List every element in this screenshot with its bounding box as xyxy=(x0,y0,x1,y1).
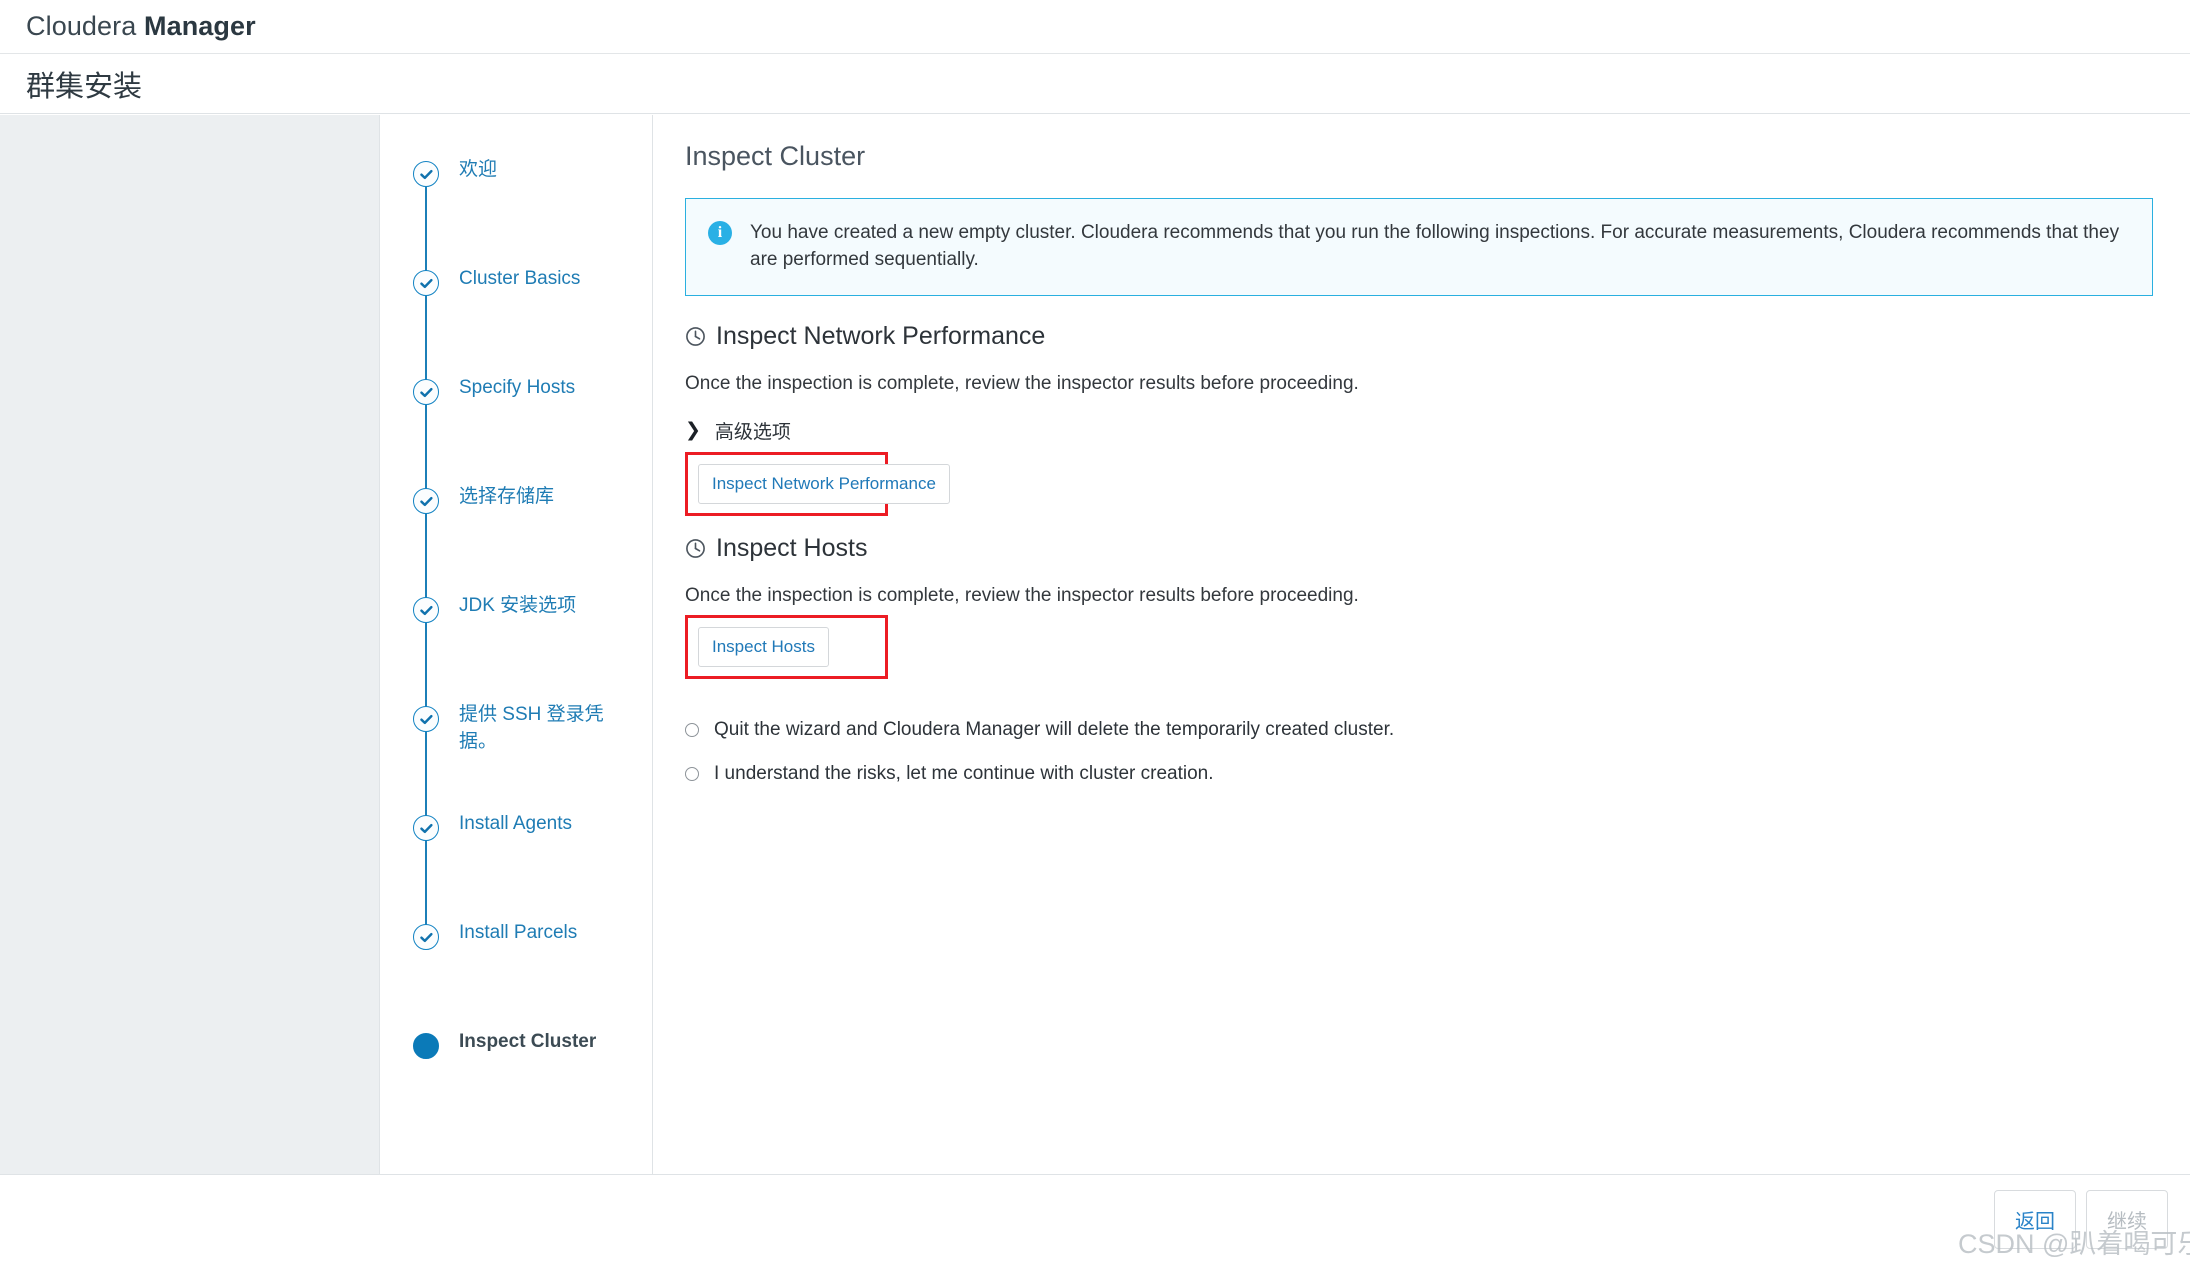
sidebar-step-label: Install Agents xyxy=(459,813,573,834)
step-marker xyxy=(413,706,439,732)
step-marker xyxy=(413,379,439,405)
radio-option-label: Quit the wizard and Cloudera Manager wil… xyxy=(714,719,1395,740)
check-circle-icon xyxy=(413,488,439,514)
sidebar-step-label: Cluster Basics xyxy=(459,268,581,289)
check-circle-icon xyxy=(413,597,439,623)
section-title: Inspect Network Performance xyxy=(685,322,2160,351)
sidebar-step-install-parcels[interactable]: Install Parcels xyxy=(380,904,652,1013)
check-circle-icon xyxy=(413,815,439,841)
sidebar-step-label: 选择存储库 xyxy=(459,486,555,507)
radio-option-continue[interactable]: I understand the risks, let me continue … xyxy=(685,763,2160,785)
annotation-box-network: Inspect Network Performance xyxy=(685,452,950,516)
content-heading: Inspect Cluster xyxy=(685,141,866,171)
section-description: Once the inspection is complete, review … xyxy=(685,585,1359,606)
info-banner: i You have created a new empty cluster. … xyxy=(685,198,2153,296)
check-circle-icon xyxy=(413,706,439,732)
main-content-panel: Inspect Cluster i You have created a new… xyxy=(653,115,2190,1175)
advanced-options-label: 高级选项 xyxy=(714,422,791,443)
continue-button: 继续 xyxy=(2086,1190,2168,1249)
clock-icon xyxy=(686,539,705,558)
check-circle-icon xyxy=(413,270,439,296)
radio-option-quit-wizard[interactable]: Quit the wizard and Cloudera Manager wil… xyxy=(685,719,2160,741)
sidebar-step-install-agents[interactable]: Install Agents xyxy=(380,795,652,904)
section-title-text: Inspect Network Performance xyxy=(716,322,1046,350)
brand-name-bold: Manager xyxy=(143,11,256,41)
sidebar-step-ssh-credentials[interactable]: 提供 SSH 登录凭据。 xyxy=(380,686,652,795)
sidebar-step-cluster-basics[interactable]: Cluster Basics xyxy=(380,250,652,359)
check-circle-icon xyxy=(413,161,439,187)
info-icon: i xyxy=(708,221,732,245)
step-marker xyxy=(413,1033,439,1059)
wizard-steps-sidebar: 欢迎 Cluster Basics Specify Hosts 选择存储库 JD… xyxy=(380,115,653,1175)
section-title: Inspect Hosts xyxy=(685,534,2160,563)
section-title-text: Inspect Hosts xyxy=(716,534,868,562)
step-marker xyxy=(413,924,439,950)
sidebar-step-jdk-options[interactable]: JDK 安装选项 xyxy=(380,577,652,686)
chevron-right-icon: ❯ xyxy=(685,420,701,441)
radio-button[interactable] xyxy=(685,723,699,737)
step-marker xyxy=(413,270,439,296)
quit-or-continue-radio-group: Quit the wizard and Cloudera Manager wil… xyxy=(685,719,2160,785)
sidebar-step-label: Install Parcels xyxy=(459,922,578,943)
current-step-dot-icon xyxy=(413,1033,439,1059)
wizard-footer: 返回 继续 xyxy=(0,1175,2190,1264)
sidebar-step-inspect-cluster[interactable]: Inspect Cluster xyxy=(380,1013,652,1122)
sidebar-step-select-repository[interactable]: 选择存储库 xyxy=(380,468,652,577)
page-title: 群集安装 xyxy=(26,70,143,103)
section-description: Once the inspection is complete, review … xyxy=(685,373,1359,394)
section-inspect-network-performance: Inspect Network Performance Once the ins… xyxy=(685,322,2160,516)
page-title-bar: 群集安装 xyxy=(0,54,2190,114)
app-logo: Cloudera Manager xyxy=(26,11,256,42)
check-circle-icon xyxy=(413,379,439,405)
step-marker xyxy=(413,488,439,514)
sidebar-step-label: 提供 SSH 登录凭据。 xyxy=(459,704,604,752)
step-marker xyxy=(413,161,439,187)
sidebar-step-specify-hosts[interactable]: Specify Hosts xyxy=(380,359,652,468)
check-circle-icon xyxy=(413,924,439,950)
back-button[interactable]: 返回 xyxy=(1994,1190,2076,1249)
sidebar-step-label: 欢迎 xyxy=(459,159,498,180)
brand-name-light: Cloudera xyxy=(26,11,144,41)
advanced-options-toggle[interactable]: ❯ 高级选项 xyxy=(685,417,2160,444)
step-marker xyxy=(413,597,439,623)
left-gutter xyxy=(0,115,380,1175)
sidebar-step-label: Specify Hosts xyxy=(459,377,576,398)
radio-button[interactable] xyxy=(685,767,699,781)
info-banner-text: You have created a new empty cluster. Cl… xyxy=(750,222,2120,270)
step-marker xyxy=(413,815,439,841)
work-area: 欢迎 Cluster Basics Specify Hosts 选择存储库 JD… xyxy=(0,115,2190,1175)
inspect-network-performance-button[interactable]: Inspect Network Performance xyxy=(698,464,950,504)
radio-option-label: I understand the risks, let me continue … xyxy=(714,763,1214,784)
annotation-box-hosts: Inspect Hosts xyxy=(685,615,888,679)
sidebar-step-label: Inspect Cluster xyxy=(459,1031,597,1052)
sidebar-step-welcome[interactable]: 欢迎 xyxy=(380,141,652,250)
section-inspect-hosts: Inspect Hosts Once the inspection is com… xyxy=(685,534,2160,679)
inspect-hosts-button[interactable]: Inspect Hosts xyxy=(698,627,829,667)
sidebar-step-label: JDK 安装选项 xyxy=(459,595,577,616)
brand-bar: Cloudera Manager xyxy=(0,0,2190,54)
clock-icon xyxy=(686,327,705,346)
